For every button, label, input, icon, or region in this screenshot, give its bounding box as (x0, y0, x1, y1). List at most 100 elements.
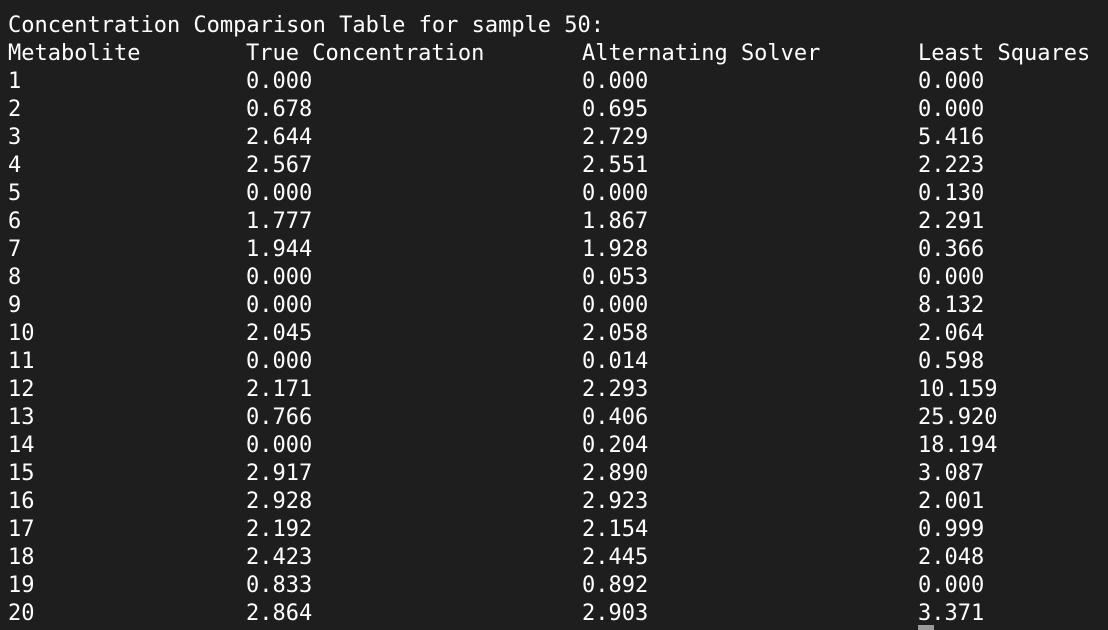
metabolite-cell: 12 (8, 377, 35, 402)
true-concentration-cell: 0.000 (246, 349, 313, 374)
metabolite-cell: 14 (8, 433, 35, 458)
terminal-cursor (918, 625, 934, 630)
alternating-solver-cell: 2.729 (582, 125, 649, 150)
least-squares-cell: 2.291 (918, 209, 985, 234)
table-row: 6 1.777 1.867 2.291 (8, 208, 1108, 236)
alternating-solver-cell: 0.000 (582, 181, 649, 206)
true-concentration-cell: 2.171 (246, 377, 313, 402)
table-row: 7 1.944 1.928 0.366 (8, 236, 1108, 264)
metabolite-cell: 3 (8, 125, 22, 150)
true-concentration-cell: 2.423 (246, 545, 313, 570)
least-squares-cell: 0.999 (918, 517, 985, 542)
least-squares-cell: 8.132 (918, 293, 985, 318)
table-row: 2 0.678 0.695 0.000 (8, 96, 1108, 124)
least-squares-cell: 0.598 (918, 349, 985, 374)
table-row: 4 2.567 2.551 2.223 (8, 152, 1108, 180)
least-squares-cell: 3.087 (918, 461, 985, 486)
true-concentration-cell: 0.000 (246, 293, 313, 318)
metabolite-cell: 9 (8, 293, 22, 318)
metabolite-cell: 18 (8, 545, 35, 570)
least-squares-cell: 0.000 (918, 97, 985, 122)
true-concentration-cell: 0.000 (246, 265, 313, 290)
metabolite-cell: 8 (8, 265, 22, 290)
metabolite-cell: 11 (8, 349, 35, 374)
metabolite-cell: 6 (8, 209, 22, 234)
table-row: 19 0.833 0.892 0.000 (8, 572, 1108, 600)
table-row: 15 2.917 2.890 3.087 (8, 460, 1108, 488)
least-squares-cell: 0.366 (918, 237, 985, 262)
least-squares-cell: 25.920 (918, 405, 998, 430)
header-alternating-solver: Alternating Solver (582, 41, 821, 66)
metabolite-cell: 16 (8, 489, 35, 514)
least-squares-cell: 3.371 (918, 601, 985, 626)
true-concentration-cell: 2.644 (246, 125, 313, 150)
true-concentration-cell: 1.777 (246, 209, 313, 234)
table-row: 3 2.644 2.729 5.416 (8, 124, 1108, 152)
true-concentration-cell: 2.567 (246, 153, 313, 178)
alternating-solver-cell: 2.551 (582, 153, 649, 178)
alternating-solver-cell: 2.890 (582, 461, 649, 486)
alternating-solver-cell: 2.923 (582, 489, 649, 514)
true-concentration-cell: 2.192 (246, 517, 313, 542)
table-row: 8 0.000 0.053 0.000 (8, 264, 1108, 292)
alternating-solver-cell: 0.204 (582, 433, 649, 458)
alternating-solver-cell: 0.000 (582, 293, 649, 318)
table-row: 10 2.045 2.058 2.064 (8, 320, 1108, 348)
least-squares-cell: 2.001 (918, 489, 985, 514)
table-row: 20 2.864 2.903 3.371 (8, 600, 1108, 628)
least-squares-cell: 0.130 (918, 181, 985, 206)
metabolite-cell: 19 (8, 573, 35, 598)
table-header-row: Metabolite True Concentration Alternatin… (8, 40, 1108, 68)
alternating-solver-cell: 1.867 (582, 209, 649, 234)
least-squares-cell: 2.048 (918, 545, 985, 570)
metabolite-cell: 4 (8, 153, 22, 178)
metabolite-cell: 5 (8, 181, 22, 206)
least-squares-cell: 0.000 (918, 265, 985, 290)
terminal-window[interactable]: Concentration Comparison Table for sampl… (0, 0, 1108, 630)
metabolite-cell: 15 (8, 461, 35, 486)
metabolite-cell: 2 (8, 97, 22, 122)
true-concentration-cell: 2.045 (246, 321, 313, 346)
least-squares-cell: 18.194 (918, 433, 998, 458)
header-least-squares: Least Squares (918, 41, 1091, 66)
least-squares-cell: 2.223 (918, 153, 985, 178)
least-squares-cell: 5.416 (918, 125, 985, 150)
true-concentration-cell: 0.000 (246, 69, 313, 94)
alternating-solver-cell: 2.058 (582, 321, 649, 346)
alternating-solver-cell: 0.892 (582, 573, 649, 598)
true-concentration-cell: 2.917 (246, 461, 313, 486)
alternating-solver-cell: 0.000 (582, 69, 649, 94)
true-concentration-cell: 2.864 (246, 601, 313, 626)
least-squares-cell: 0.000 (918, 69, 985, 94)
alternating-solver-cell: 0.406 (582, 405, 649, 430)
alternating-solver-cell: 2.293 (582, 377, 649, 402)
alternating-solver-cell: 2.154 (582, 517, 649, 542)
alternating-solver-cell: 0.053 (582, 265, 649, 290)
header-metabolite: Metabolite (8, 41, 141, 66)
alternating-solver-cell: 0.014 (582, 349, 649, 374)
metabolite-cell: 10 (8, 321, 35, 346)
alternating-solver-cell: 1.928 (582, 237, 649, 262)
metabolite-cell: 13 (8, 405, 35, 430)
least-squares-cell: 10.159 (918, 377, 998, 402)
true-concentration-cell: 0.000 (246, 181, 313, 206)
alternating-solver-cell: 2.445 (582, 545, 649, 570)
least-squares-cell: 0.000 (918, 573, 985, 598)
table-row: 14 0.000 0.204 18.194 (8, 432, 1108, 460)
table-title: Concentration Comparison Table for sampl… (8, 13, 605, 38)
alternating-solver-cell: 0.695 (582, 97, 649, 122)
true-concentration-cell: 1.944 (246, 237, 313, 262)
metabolite-cell: 1 (8, 69, 22, 94)
table-row: 17 2.192 2.154 0.999 (8, 516, 1108, 544)
table-row: 5 0.000 0.000 0.130 (8, 180, 1108, 208)
true-concentration-cell: 0.000 (246, 433, 313, 458)
least-squares-cell: 2.064 (918, 321, 985, 346)
table-row: 9 0.000 0.000 8.132 (8, 292, 1108, 320)
table-row: 18 2.423 2.445 2.048 (8, 544, 1108, 572)
table-row: 12 2.171 2.293 10.159 (8, 376, 1108, 404)
true-concentration-cell: 2.928 (246, 489, 313, 514)
metabolite-cell: 17 (8, 517, 35, 542)
table-body: 1 0.000 0.000 0.000 2 0.678 0.695 0.000 3 2.644 2.… (8, 68, 1108, 628)
table-row: 16 2.928 2.923 2.001 (8, 488, 1108, 516)
true-concentration-cell: 0.766 (246, 405, 313, 430)
